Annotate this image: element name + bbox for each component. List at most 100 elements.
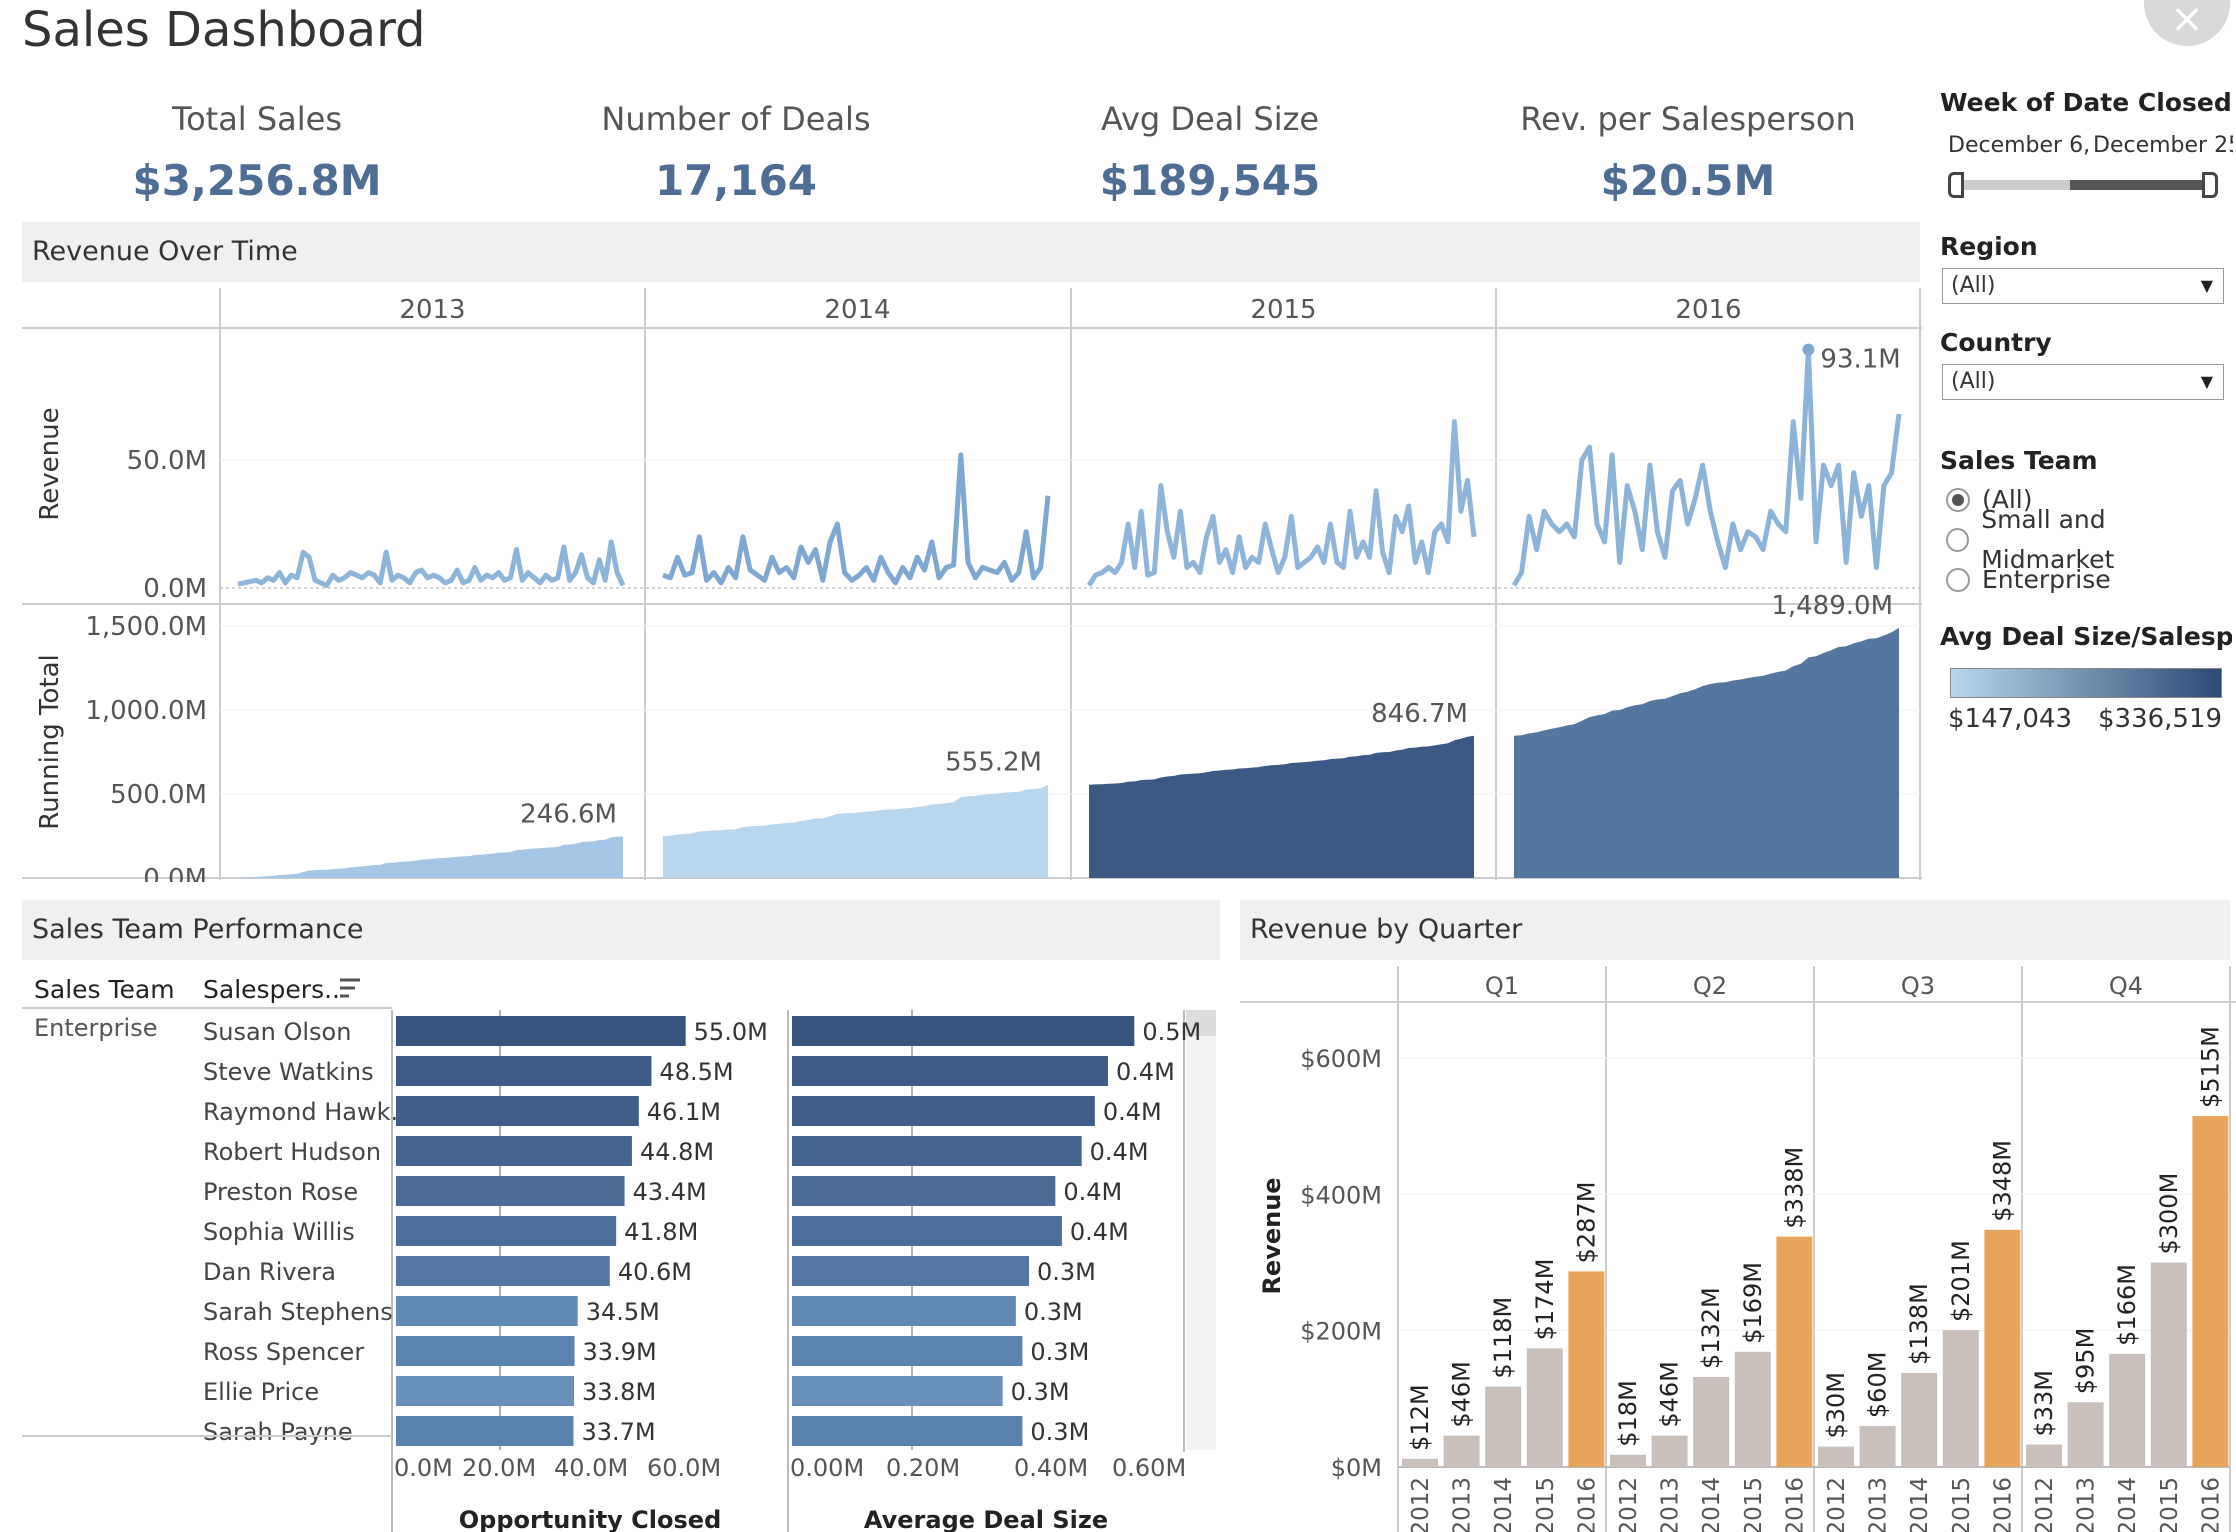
week-filter-start: December 6, (1948, 133, 2091, 158)
country-dropdown[interactable]: (All) ▼ (1942, 364, 2224, 400)
opportunity-bar (396, 1176, 625, 1206)
avg-deal-bar (792, 1056, 1108, 1086)
week-filter-end: December 25 (2093, 133, 2233, 158)
avg-deal-bar (792, 1296, 1016, 1326)
scrollbar-track[interactable] (1186, 1010, 1216, 1450)
avg-deal-bar-label: 0.4M (1063, 1178, 1122, 1206)
radio-icon (1946, 568, 1970, 592)
avg-deal-bar (792, 1416, 1023, 1446)
avg-deal-bar (792, 1136, 1082, 1166)
kpi-total-sales-label: Total Sales (171, 100, 343, 138)
close-icon[interactable]: × (2144, 0, 2230, 46)
opportunity-bar (396, 1296, 578, 1326)
opportunity-bar-label: 41.8M (624, 1218, 698, 1246)
quarter-bar (2192, 1115, 2229, 1467)
quarter-bar-label: $132M (1697, 1287, 1725, 1369)
radio-option-small-midmarket[interactable]: Small and Midmarket (1946, 505, 2236, 574)
peak-label: 93.1M (1820, 345, 1900, 375)
avg-deal-bar-label: 0.4M (1116, 1058, 1175, 1086)
sales-team-performance-chart: Sales Team Salespers.. Enterprise Susan Ols… (22, 975, 1222, 1532)
avg-deal-bar (792, 1376, 1003, 1406)
country-dropdown-value: (All) (1951, 369, 1996, 394)
year-tick-label: 2015 (1533, 1477, 1559, 1532)
revenue-tick-label: 50.0M (127, 446, 207, 476)
color-legend-title: Avg Deal Size/Salesp... (1940, 622, 2232, 651)
running-axis-label: Running Total (35, 654, 65, 830)
opportunity-axis-title: Opportunity Closed (459, 1506, 722, 1532)
quarter-bar-label: $46M (1656, 1361, 1684, 1428)
page-title: Sales Dashboard (22, 2, 426, 58)
col-header-salesperson: Salespers.. (203, 975, 340, 1004)
revenue-line-2016 (1511, 347, 1902, 587)
quarter-bar (1526, 1348, 1563, 1467)
avg-deal-axis-tick: 0.20M (886, 1454, 960, 1482)
sort-icon (340, 978, 360, 998)
year-header-label: 2015 (1250, 295, 1316, 325)
opportunity-axis-tick: 40.0M (554, 1454, 628, 1482)
avg-deal-bar (792, 1256, 1029, 1286)
quarter-bar (1485, 1386, 1522, 1467)
quarter-bar-label: $174M (1531, 1259, 1559, 1341)
revenue-line-2015 (1086, 419, 1477, 587)
opportunity-axis-tick: 0.0M (394, 1454, 453, 1482)
salesperson-name: Preston Rose (203, 1178, 358, 1206)
kpi-avg-deal-label: Avg Deal Size (1100, 100, 1320, 138)
quarter-y-tick: $400M (1300, 1181, 1382, 1209)
avg-deal-bar-label: 0.4M (1090, 1138, 1149, 1166)
quarter-bar-label: $338M (1780, 1147, 1808, 1229)
running-tick-label: 1,500.0M (85, 612, 207, 642)
year-tick-label: 2012 (2032, 1477, 2058, 1532)
kpi-rev-per-sales-value: $20.5M (1600, 156, 1776, 205)
avg-deal-bar-label: 0.4M (1103, 1098, 1162, 1126)
quarter-bar-label: $169M (1739, 1262, 1767, 1344)
week-range-end-handle[interactable] (2202, 172, 2218, 198)
quarter-bar (2067, 1402, 2104, 1467)
quarter-bar (1776, 1236, 1813, 1467)
team-label: Enterprise (34, 1014, 157, 1042)
opportunity-bar (396, 1376, 575, 1406)
region-dropdown-value: (All) (1951, 273, 1996, 298)
revenue-tick-label: 0.0M (143, 574, 207, 604)
quarter-bar (1818, 1446, 1854, 1467)
year-tick-label: 2015 (2157, 1477, 2183, 1532)
kpi-deals-label: Number of Deals (601, 100, 871, 138)
quarter-bar (2026, 1444, 2062, 1467)
opportunity-bar-label: 55.0M (694, 1018, 768, 1046)
year-tick-label: 2014 (2115, 1477, 2141, 1532)
salesperson-name: Ellie Price (203, 1378, 319, 1406)
running-tick-label: 0.0M (143, 864, 207, 882)
opportunity-bar-label: 33.9M (583, 1338, 657, 1366)
year-tick-label: 2013 (1866, 1477, 1892, 1532)
running-area-2016 (1514, 627, 1899, 878)
year-tick-label: 2015 (1741, 1477, 1767, 1532)
color-legend-gradient (1950, 668, 2222, 698)
kpi-total-sales-value: $3,256.8M (132, 156, 382, 205)
opportunity-bar-label: 46.1M (647, 1098, 721, 1126)
region-dropdown[interactable]: (All) ▼ (1942, 268, 2224, 304)
quarter-bar (1984, 1229, 2021, 1467)
week-range-start-handle[interactable] (1948, 172, 1964, 198)
quarter-bar-label: $12M (1406, 1384, 1434, 1451)
opportunity-bar (396, 1096, 639, 1126)
running-total-label: 246.6M (520, 800, 617, 830)
avg-deal-bar (792, 1096, 1095, 1126)
chevron-down-icon: ▼ (2200, 372, 2213, 391)
quarter-bar-label: $33M (2030, 1370, 2058, 1437)
quarter-bar-label: $138M (1905, 1283, 1933, 1365)
opportunity-axis-tick: 20.0M (462, 1454, 536, 1482)
avg-deal-axis-tick: 0.40M (1014, 1454, 1088, 1482)
avg-deal-bar (792, 1016, 1135, 1046)
avg-deal-bar-label: 0.3M (1030, 1418, 1089, 1446)
salesperson-name: Sarah Stephens (203, 1298, 393, 1326)
year-tick-label: 2016 (1574, 1477, 1600, 1532)
quarter-header-label: Q4 (2109, 972, 2143, 1000)
quarter-bar-label: $18M (1614, 1380, 1642, 1447)
kpi-deals-value: 17,164 (654, 156, 818, 205)
opportunity-bar (396, 1336, 575, 1366)
year-header-label: 2016 (1675, 295, 1741, 325)
salesperson-name: Susan Olson (203, 1018, 351, 1046)
revenue-by-quarter-chart: Q1 Q2 Q3 Q4 $600M $400M $200M $0M Revenue $12M 201… (1240, 966, 2236, 1532)
year-tick-label: 2013 (2074, 1477, 2100, 1532)
opportunity-bar (396, 1136, 632, 1166)
quarter-bar (1859, 1426, 1896, 1467)
